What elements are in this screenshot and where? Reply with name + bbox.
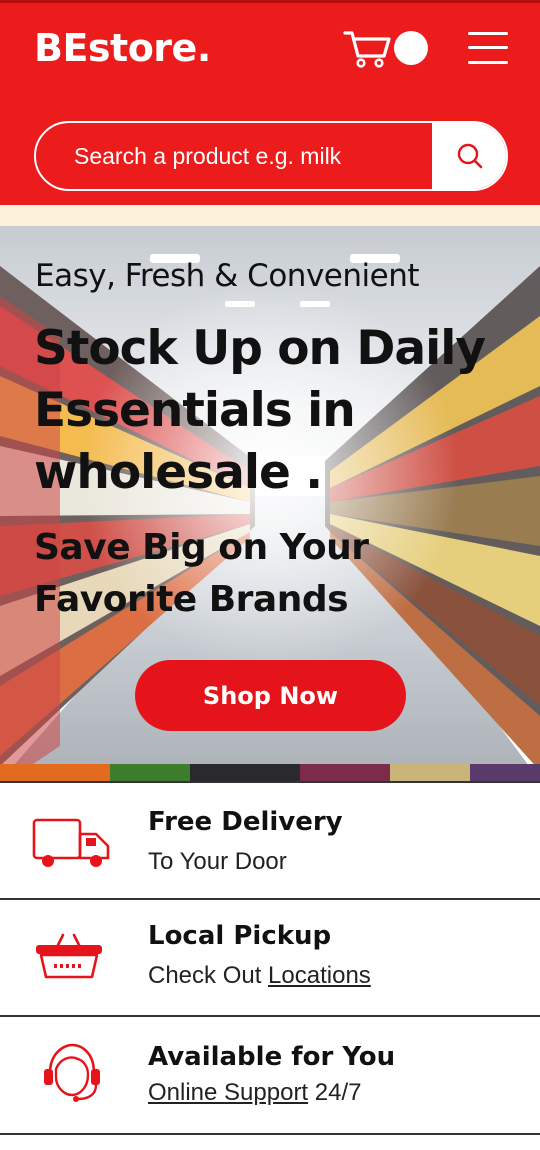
search-input[interactable] bbox=[36, 123, 432, 189]
feature-subtitle: To Your Door bbox=[148, 848, 287, 875]
hero-subtitle: Easy, Fresh & Convenient bbox=[35, 258, 420, 294]
menu-line-icon bbox=[468, 61, 508, 64]
feature-subtitle: Online Support 24/7 bbox=[148, 1079, 362, 1107]
search-bar bbox=[34, 121, 508, 191]
site-header: BEstore. bbox=[0, 0, 540, 205]
section-divider bbox=[0, 1133, 540, 1135]
delivery-truck-icon bbox=[32, 818, 110, 867]
search-icon bbox=[457, 143, 483, 169]
feature-subtitle-text: Check Out bbox=[148, 962, 269, 989]
feature-subtitle: Check Out Locations bbox=[148, 962, 371, 990]
feature-local-pickup: Local Pickup Check Out Locations bbox=[0, 898, 540, 1015]
locations-link[interactable]: Locations bbox=[268, 962, 371, 989]
feature-title: Available for You bbox=[148, 1042, 396, 1072]
feature-free-delivery: Free Delivery To Your Door bbox=[0, 781, 540, 898]
feature-title: Local Pickup bbox=[148, 921, 332, 951]
promo-strip bbox=[0, 205, 540, 226]
feature-support: Available for You Online Support 24/7 bbox=[0, 1015, 540, 1132]
store-logo[interactable]: BEstore. bbox=[34, 26, 211, 70]
search-button[interactable] bbox=[432, 123, 506, 189]
fresh-produce-image bbox=[0, 764, 540, 781]
header-top-border bbox=[0, 0, 540, 3]
hero-banner: Easy, Fresh & Convenient Stock Up on Dai… bbox=[0, 226, 540, 781]
support-headset-icon bbox=[44, 1043, 100, 1102]
hamburger-menu-button[interactable] bbox=[468, 30, 510, 66]
feature-title: Free Delivery bbox=[148, 807, 343, 837]
cart-button[interactable] bbox=[342, 28, 432, 70]
hero-tagline: Save Big on Your Favorite Brands bbox=[34, 527, 369, 620]
menu-line-icon bbox=[468, 32, 508, 35]
cart-count-badge bbox=[394, 31, 428, 65]
feature-subtitle-text: 24/7 bbox=[308, 1079, 362, 1106]
menu-line-icon bbox=[468, 46, 508, 49]
cart-icon bbox=[343, 31, 391, 68]
hero-title: Stock Up on Daily Essentials in wholesal… bbox=[34, 321, 486, 500]
online-support-link[interactable]: Online Support bbox=[148, 1079, 308, 1106]
shop-now-button[interactable]: Shop Now bbox=[135, 660, 406, 731]
shopping-basket-icon bbox=[36, 933, 102, 979]
